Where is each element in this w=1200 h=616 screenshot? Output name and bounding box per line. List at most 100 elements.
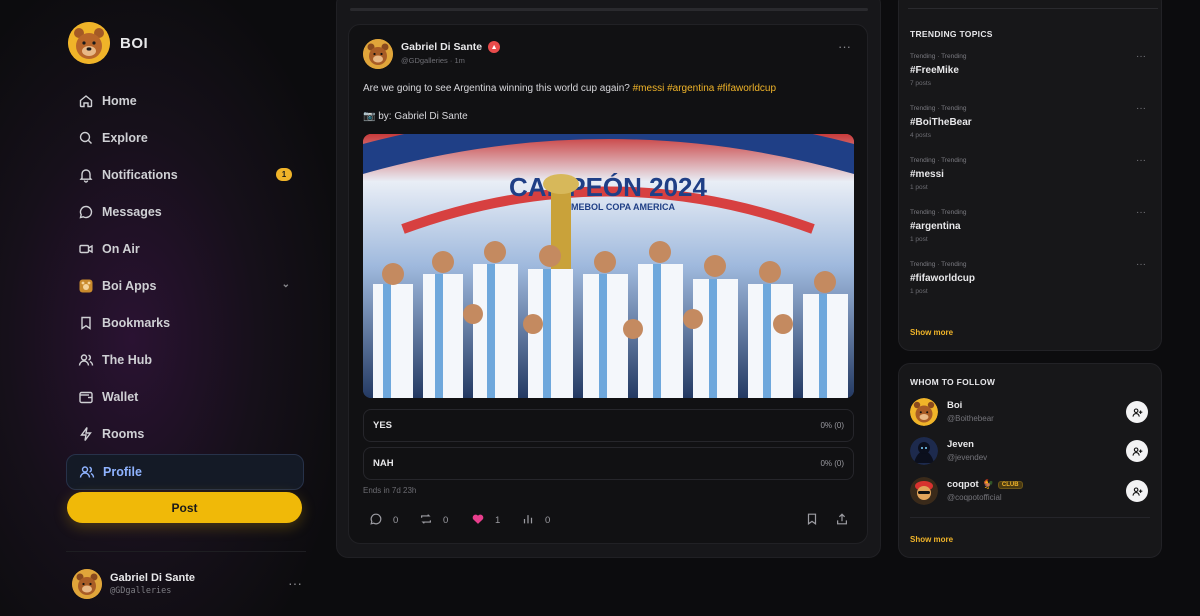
suggestion-name: Jeven [947,439,974,450]
club-badge: CLUB [997,480,1023,489]
post-button[interactable]: Post [67,492,302,523]
follow-button[interactable] [1126,440,1148,462]
poll-option-yes[interactable]: YES 0% (0) [363,409,854,442]
like-count: 1 [495,515,501,526]
reply-icon [369,512,383,529]
repost-button[interactable]: 0 [419,512,448,529]
main-nav: Home Explore Notifications 1 Messages On… [66,82,304,490]
post-body: Are we going to see Argentina winning th… [363,83,630,94]
nav-item-boi-apps[interactable]: Boi Apps ⌄ [66,267,304,304]
reply-button[interactable]: 0 [369,512,398,529]
brand[interactable]: BOI [68,22,148,64]
nav-label-profile: Profile [103,465,142,479]
post-more-icon[interactable]: ··· [838,39,851,54]
nav-item-messages[interactable]: Messages [66,193,304,230]
follow-button[interactable] [1126,480,1148,502]
add-user-icon [1131,407,1142,417]
post-actions: 0 0 1 0 [369,512,851,528]
nav-label-boi-apps: Boi Apps [102,278,157,293]
views-button[interactable]: 0 [521,512,550,529]
nav-label-the-hub: The Hub [102,352,152,367]
brand-name: BOI [120,34,149,52]
heart-icon [471,512,485,529]
follow-suggestion[interactable]: Jeven @jevendev [910,437,1150,467]
poll-option-result: 0% (0) [820,459,844,468]
left-sidebar: BOI Home Explore Notifications 1 Message… [66,0,306,616]
trend-more-icon[interactable]: ··· [1136,155,1146,166]
suggestion-handle: @jevendev [947,453,988,462]
previous-post-edge [350,8,868,11]
trend-more-icon[interactable]: ··· [1136,207,1146,218]
author-avatar[interactable] [363,39,393,69]
trend-more-icon[interactable]: ··· [1136,103,1146,114]
trend-more-icon[interactable]: ··· [1136,259,1146,270]
profile-icon [79,464,95,480]
message-icon [78,204,94,220]
suggestion-avatar [910,477,938,505]
nav-item-notifications[interactable]: Notifications 1 [66,156,304,193]
post-text: Are we going to see Argentina winning th… [363,83,776,94]
poll-option-nah[interactable]: NAH 0% (0) [363,447,854,480]
like-button[interactable]: 1 [471,512,500,529]
nav-label-wallet: Wallet [102,389,139,404]
suggestion-name: coqpot [947,479,979,490]
account-more-icon[interactable]: ··· [288,575,302,591]
suggestion-handle: @coqpotofficial [947,493,1002,502]
author-name[interactable]: Gabriel Di Sante [401,41,482,53]
chart-icon [521,512,535,529]
photo-credit: 📷 by: Gabriel Di Sante [363,111,468,122]
nav-item-rooms[interactable]: Rooms [66,415,304,452]
nav-item-on-air[interactable]: On Air [66,230,304,267]
trend-more-icon[interactable]: ··· [1136,51,1146,62]
follow-suggestion[interactable]: coqpot 🐓 CLUB @coqpotofficial [910,477,1150,507]
post-header: Gabriel Di Sante ▲ @GDgalleries · 1m [363,39,501,69]
trend-item[interactable]: Trending · Trending #fifaworldcup 1 post… [910,259,1150,295]
trend-count: 4 posts [910,132,931,139]
current-user-handle: @GDgalleries [110,586,172,596]
suggestion-handle: @Boithebear [947,414,994,423]
trend-tag: #messi [910,169,944,180]
follow-divider [910,517,1150,518]
trending-show-more[interactable]: Show more [910,328,953,337]
trend-tag: #FreeMike [910,65,959,76]
post-hashtags[interactable]: #messi #argentina #fifaworldcup [633,83,776,94]
repost-icon [419,512,433,529]
trending-top-edge [908,8,1158,9]
post-image[interactable]: CAMPEÓN 2024 CONMEBOL COPA AMERICA [363,134,854,398]
trend-item[interactable]: Trending · Trending #BoiTheBear 4 posts … [910,103,1150,139]
share-button[interactable] [835,512,849,529]
trend-item[interactable]: Trending · Trending #messi 1 post ··· [910,155,1150,191]
bookmark-button[interactable] [805,512,819,529]
nav-label-on-air: On Air [102,241,140,256]
share-icon [835,512,849,529]
chevron-down-icon[interactable]: ⌄ [282,279,290,290]
nav-item-wallet[interactable]: Wallet [66,378,304,415]
users-icon [78,352,94,368]
wallet-icon [78,389,94,405]
views-count: 0 [545,515,551,526]
nav-label-explore: Explore [102,130,148,145]
nav-item-home[interactable]: Home [66,82,304,119]
nav-label-bookmarks: Bookmarks [102,315,171,330]
trend-count: 7 posts [910,80,931,87]
follow-suggestion[interactable]: Boi @Boithebear [910,398,1150,428]
current-user[interactable]: Gabriel Di Sante @GDgalleries [72,569,195,599]
trend-item[interactable]: Trending · Trending #argentina 1 post ··… [910,207,1150,243]
nav-item-bookmarks[interactable]: Bookmarks [66,304,304,341]
post-time: 1m [454,56,465,65]
nav-item-explore[interactable]: Explore [66,119,304,156]
nav-item-profile[interactable]: Profile [66,454,304,490]
current-user-name: Gabriel Di Sante [110,572,195,584]
follow-show-more[interactable]: Show more [910,535,953,544]
trending-title: TRENDING TOPICS [910,29,993,39]
trend-item[interactable]: Trending · Trending #FreeMike 7 posts ··… [910,51,1150,87]
follow-button[interactable] [1126,401,1148,423]
post-card: Gabriel Di Sante ▲ @GDgalleries · 1m ···… [348,24,868,544]
nav-item-the-hub[interactable]: The Hub [66,341,304,378]
poll-option-label: YES [373,420,393,431]
image-banner-text: CAMPEÓN 2024 [509,172,707,202]
trend-kicker: Trending · Trending [910,261,967,268]
video-icon [78,241,94,257]
search-icon [78,130,94,146]
bolt-icon [78,426,94,442]
